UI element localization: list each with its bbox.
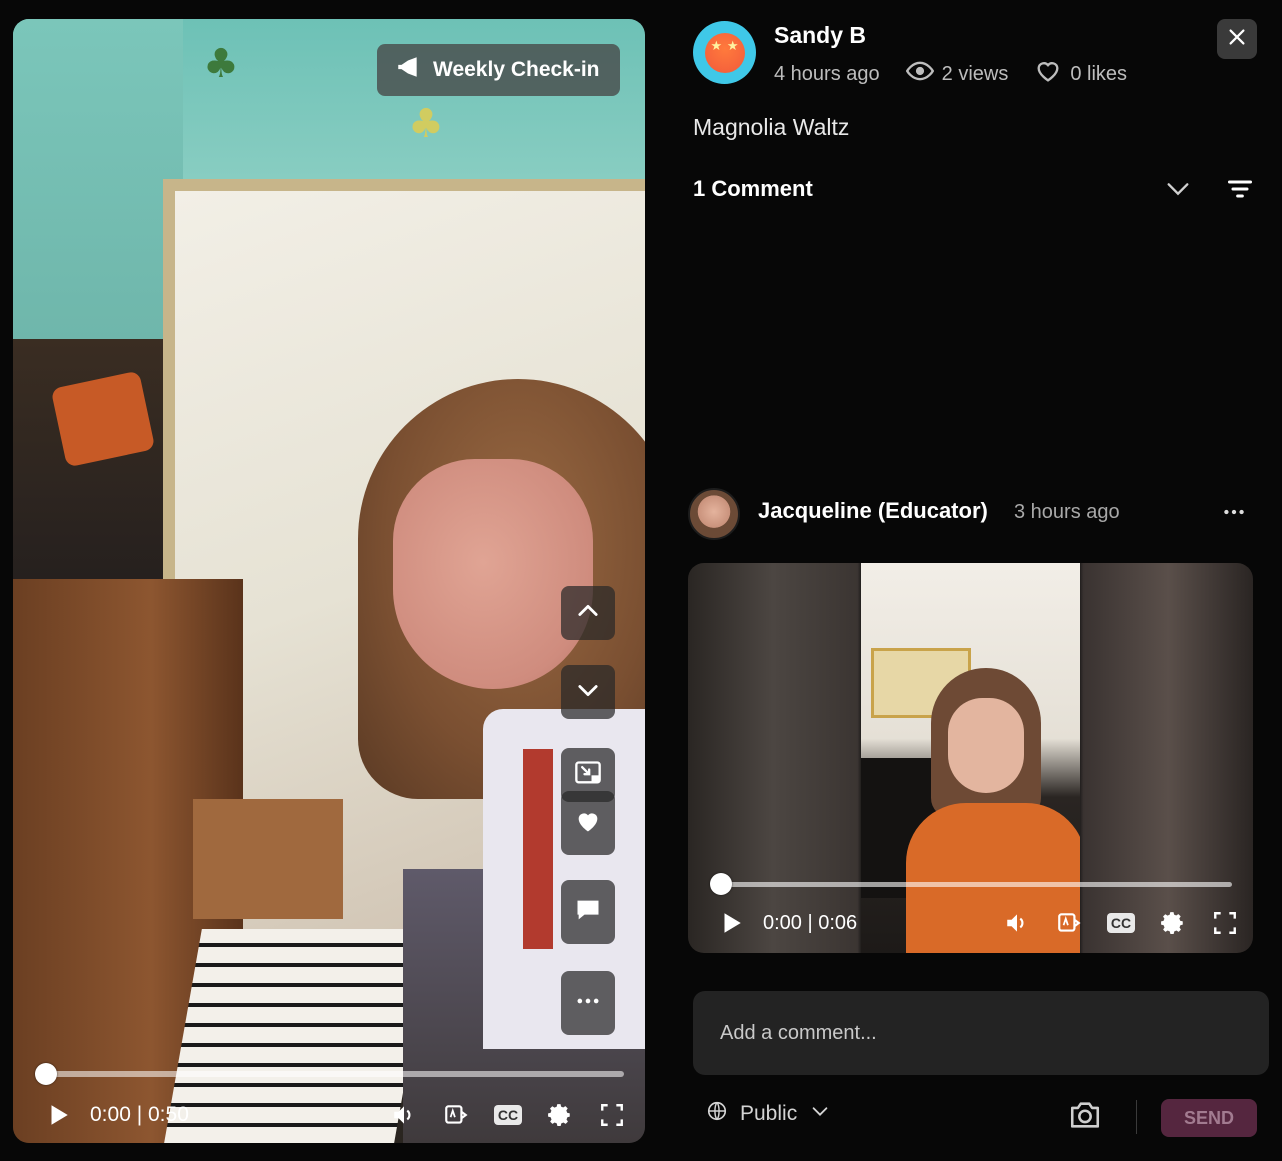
fullscreen-icon[interactable] [1207,905,1243,941]
comment-video-progress-bar[interactable] [710,873,1232,895]
comment-video-player[interactable]: 0:00 | 0:06 CC [688,563,1253,953]
author-avatar[interactable] [693,21,756,84]
captions-icon[interactable]: CC [1103,905,1139,941]
heart-outline-icon [1034,57,1062,91]
post-title: Magnolia Waltz [693,114,850,140]
chevron-down-icon [574,676,602,708]
megaphone-icon [395,54,421,86]
visibility-label: Public [740,1102,798,1125]
ellipsis-icon [574,987,602,1019]
comment-more-button[interactable] [1218,500,1250,528]
chevron-down-icon [809,1100,831,1128]
visibility-dropdown[interactable]: Public [706,1100,831,1128]
challenge-tag-label: Weekly Check-in [433,58,600,81]
settings-gear-icon[interactable] [542,1097,578,1133]
volume-icon[interactable] [999,905,1035,941]
settings-gear-icon[interactable] [1155,905,1191,941]
picture-in-picture-icon [574,759,602,791]
captions-icon[interactable]: CC [490,1097,526,1133]
progress-handle[interactable] [35,1063,57,1085]
view-count: 2 views [941,62,1009,85]
comment-button[interactable] [561,880,615,944]
filter-icon [1226,175,1254,207]
video-time: 0:00 | 0:50 [90,1103,189,1126]
more-options-button[interactable] [561,971,615,1035]
comment-video-time: 0:00 | 0:06 [763,911,858,934]
filter-comments-button[interactable] [1224,175,1256,207]
chevron-up-icon [574,597,602,629]
challenge-tag[interactable]: Weekly Check-in [377,44,620,96]
chevron-down-icon [1164,175,1192,207]
previous-post-button[interactable] [561,586,615,640]
play-icon[interactable] [713,905,749,941]
video-progress-bar[interactable] [35,1063,624,1085]
audio-description-icon[interactable] [438,1097,474,1133]
volume-icon[interactable] [386,1097,422,1133]
comment-time: 3 hours ago [1014,501,1120,523]
ellipsis-icon [1221,499,1247,529]
video-frame: ♣ ♣ [13,19,645,1143]
heart-icon [574,807,602,839]
like-button[interactable] [561,791,615,855]
collapse-comments-button[interactable] [1162,175,1194,207]
post-meta: 4 hours ago 2 views 0 likes [774,57,1127,91]
comment-composer[interactable] [693,991,1269,1075]
play-icon[interactable] [40,1097,76,1133]
author-name[interactable]: Sandy B [774,22,866,49]
main-video-player[interactable]: ♣ ♣ Weekly Check-in 0:00 | 0:50 CC [13,19,645,1143]
attach-video-button[interactable] [1066,1098,1104,1136]
close-icon [1226,26,1248,52]
commenter-avatar[interactable] [688,488,740,540]
camera-icon [1068,1098,1102,1136]
video-controls: 0:00 | 0:50 CC [40,1097,630,1133]
send-button[interactable]: SEND [1161,1099,1257,1137]
audio-description-icon[interactable] [1051,905,1087,941]
commenter-name[interactable]: Jacqueline (Educator) [758,498,988,524]
post-time: 4 hours ago [774,62,880,85]
fullscreen-icon[interactable] [594,1097,630,1133]
globe-icon [706,1100,728,1128]
comment-video-frame [861,563,1080,953]
divider [1136,1100,1137,1134]
star-struck-emoji-icon [704,32,745,73]
comment-count: 1 Comment [693,176,813,201]
next-post-button[interactable] [561,665,615,719]
comment-input[interactable] [720,1021,1242,1045]
like-count: 0 likes [1070,62,1128,85]
comment-progress-handle[interactable] [710,873,732,895]
eye-icon [905,57,934,91]
close-button[interactable] [1217,19,1257,59]
comment-video-controls: 0:00 | 0:06 CC [713,906,1243,940]
comment-icon [574,896,602,928]
